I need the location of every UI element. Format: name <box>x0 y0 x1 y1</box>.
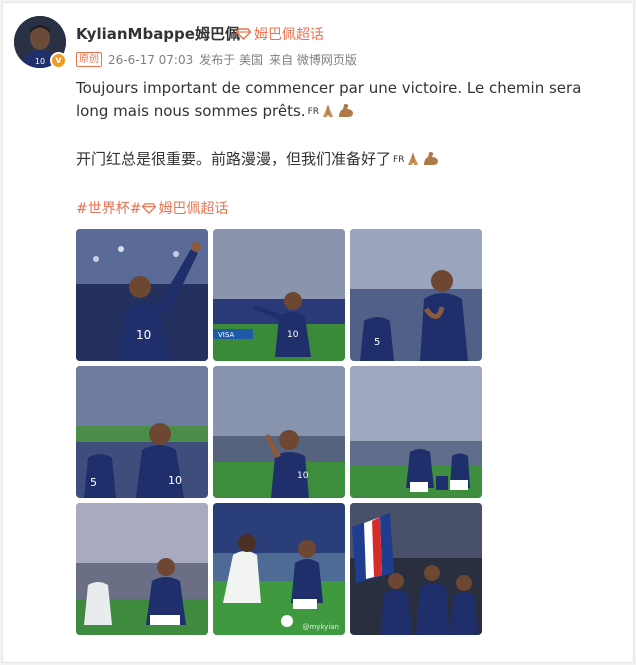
post-text-fr: Toujours important de commencer par une … <box>76 77 616 126</box>
weibo-post-card: 10 v KylianMbappe姆巴佩 姆巴佩超话 原创 26-6-17 07… <box>2 2 634 663</box>
hashtag-link[interactable]: #世界杯# <box>76 198 141 218</box>
photo-4[interactable]: 5 10 <box>76 366 208 498</box>
svg-text:10: 10 <box>297 471 309 481</box>
photo-1[interactable]: 10 <box>76 229 208 361</box>
source: 来自 微博网页版 <box>269 53 357 67</box>
photo-5[interactable]: 10 <box>213 366 345 498</box>
supertopic-link[interactable]: 姆巴佩超话 <box>236 24 324 44</box>
photo-3[interactable]: 5 <box>350 229 482 361</box>
post-meta: 原创 26-6-17 07:03 发布于 美国 来自 微博网页版 <box>76 51 357 68</box>
svg-text:5: 5 <box>374 337 380 348</box>
flag-fr: FR <box>307 107 319 117</box>
diamond-icon <box>142 202 157 214</box>
svg-text:5: 5 <box>90 476 97 489</box>
svg-text:10: 10 <box>168 474 182 487</box>
photo-7[interactable] <box>76 503 208 635</box>
svg-text:10: 10 <box>35 57 45 66</box>
topic-tag-link[interactable]: 姆巴佩超话 <box>158 198 228 218</box>
photo-grid: 10 VISA 10 5 5 10 10 @mykyian <box>76 229 482 635</box>
svg-text:VISA: VISA <box>218 331 234 339</box>
published-from: 发布于 美国 <box>199 53 264 67</box>
username[interactable]: KylianMbappe姆巴佩 <box>76 23 240 44</box>
timestamp[interactable]: 26-6-17 07:03 <box>108 53 193 67</box>
svg-text:10: 10 <box>287 330 299 340</box>
photo-6[interactable] <box>350 366 482 498</box>
flexed-biceps-icon <box>422 151 440 174</box>
photo-watermark: @mykyian <box>302 623 339 631</box>
flexed-biceps-icon <box>337 103 355 126</box>
flag-fr: FR <box>393 155 405 165</box>
svg-text:10: 10 <box>136 328 151 342</box>
supertopic-label: 姆巴佩超话 <box>254 27 324 43</box>
post-text-zh-body: 开门红总是很重要。前路漫漫，但我们准备好了 <box>76 150 392 168</box>
diamond-icon <box>236 28 251 40</box>
photo-9[interactable] <box>350 503 482 635</box>
folded-hands-icon <box>405 151 421 174</box>
post-text-zh: 开门红总是很重要。前路漫漫，但我们准备好了 FR <box>76 148 616 174</box>
verified-badge-icon: v <box>50 52 67 69</box>
tags-line: #世界杯# 姆巴佩超话 <box>76 198 228 218</box>
original-badge: 原创 <box>76 52 102 67</box>
photo-8[interactable]: @mykyian <box>213 503 345 635</box>
folded-hands-icon <box>320 103 336 126</box>
photo-2[interactable]: VISA 10 <box>213 229 345 361</box>
